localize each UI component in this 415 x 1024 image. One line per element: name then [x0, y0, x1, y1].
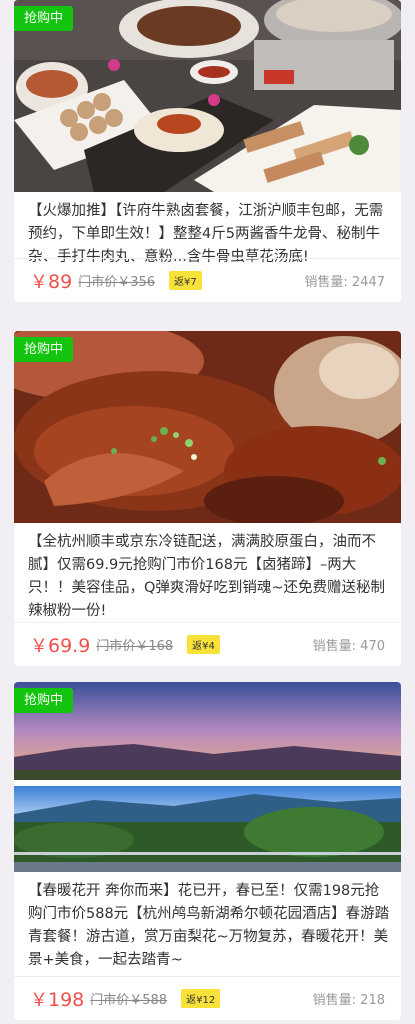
rebate-tag: 返¥4 — [187, 635, 220, 654]
product-image[interactable]: 抢购中 — [14, 0, 401, 192]
price-row: ￥198 门市价￥588 返¥12 销售量: 218 — [14, 976, 401, 1020]
flash-sale-badge: 抢购中 — [14, 688, 74, 713]
product-description[interactable]: 【春暖花开 奔你而来】花已开，春已至！仅需198元抢购门市价588元【杭州鸬鸟新… — [14, 872, 401, 982]
original-price: 门市价￥588 — [90, 993, 168, 1008]
price-row: ￥69.9 门市价￥168 返¥4 销售量: 470 — [14, 622, 401, 666]
price-row: ￥89 门市价￥356 返¥7 销售量: 2447 — [14, 258, 401, 302]
sales-count: 销售量: 470 — [312, 639, 385, 654]
price: ￥198 — [30, 988, 85, 1011]
sales-count: 销售量: 218 — [312, 993, 385, 1008]
rebate-tag: 返¥12 — [181, 989, 221, 1008]
product-card[interactable]: 抢购中 【火爆加推】【许府牛熟卤套餐，江浙沪顺丰包邮，无需预约，下单即生效！】整… — [14, 0, 401, 302]
original-price: 门市价￥356 — [78, 275, 156, 290]
price: ￥69.9 — [30, 634, 91, 657]
product-description[interactable]: 【全杭州顺丰或京东冷链配送，满满胶原蛋白，油而不腻】仅需69.9元抢购门市价16… — [14, 523, 401, 633]
product-card[interactable]: 抢购中 【春暖花开 奔你而来】花已开，春已至！仅需198元抢购门市价588元【杭… — [14, 682, 401, 1020]
sales-count: 销售量: 2447 — [304, 275, 385, 290]
flash-sale-badge: 抢购中 — [14, 337, 74, 362]
flash-sale-badge: 抢购中 — [14, 6, 74, 31]
product-card[interactable]: 抢购中 【全杭州顺丰或京东冷链配送，满满胶原蛋白，油而不腻】仅需69.9元抢购门… — [14, 331, 401, 666]
product-image[interactable]: 抢购中 — [14, 682, 401, 872]
rebate-tag: 返¥7 — [169, 271, 202, 290]
original-price: 门市价￥168 — [96, 639, 174, 654]
price: ￥89 — [30, 270, 73, 293]
product-image[interactable]: 抢购中 — [14, 331, 401, 523]
